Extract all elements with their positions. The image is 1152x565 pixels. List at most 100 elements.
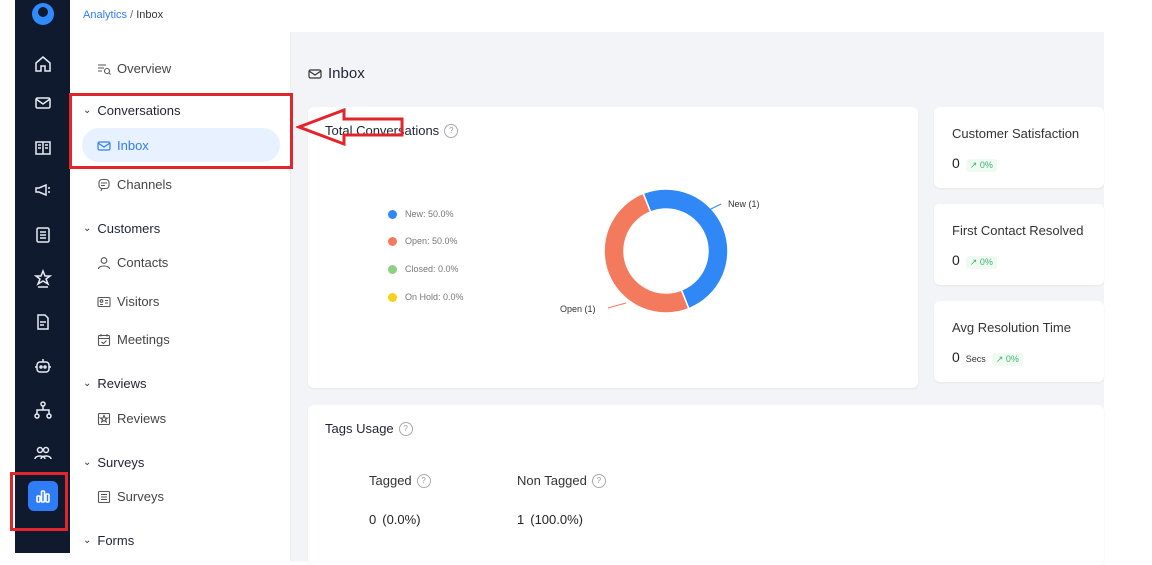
avg-resolution-time-change: ↗ 0% <box>991 353 1023 366</box>
annotation-arrow-icon <box>296 107 404 147</box>
sidebar-item-overview[interactable]: Overview <box>97 61 171 76</box>
checklist-icon[interactable] <box>15 220 70 250</box>
legend-item-new[interactable]: New: 50.0% <box>388 209 454 219</box>
legend-item-on-hold[interactable]: On Hold: 0.0% <box>388 292 464 302</box>
legend-dot-on-hold <box>388 292 397 302</box>
tagged-label-text: Tagged <box>369 473 412 488</box>
team-icon[interactable] <box>15 438 70 468</box>
sidebar-item-visitors[interactable]: Visitors <box>97 294 159 309</box>
page-title: Inbox <box>308 65 365 82</box>
megaphone-icon[interactable] <box>15 175 70 205</box>
legend-label-open: Open: 50.0% <box>405 236 458 246</box>
home-icon[interactable] <box>15 49 70 79</box>
legend-item-closed[interactable]: Closed: 0.0% <box>388 264 459 274</box>
non-tagged-count: 1 <box>517 512 525 527</box>
breadcrumb-analytics-link[interactable]: Analytics <box>83 9 127 21</box>
avg-resolution-time-row: 0 Secs ↗ 0% <box>952 349 1023 366</box>
first-contact-resolved-value: 0 <box>952 252 960 268</box>
customer-satisfaction-row: 0 ↗ 0% <box>952 155 997 172</box>
tags-usage-title: Tags Usage ? <box>325 421 413 436</box>
first-contact-resolved-card: First Contact Resolved 0 ↗ 0% <box>934 204 1104 285</box>
user-avatar[interactable] <box>32 3 54 25</box>
chevron-down-icon: ⌄ <box>83 223 92 234</box>
mail-icon[interactable] <box>15 88 70 118</box>
tagged-percent: (0.0%) <box>382 512 421 527</box>
icon-rail <box>15 0 70 553</box>
book-icon[interactable] <box>15 133 70 163</box>
document-icon[interactable] <box>15 307 70 337</box>
customer-satisfaction-title: Customer Satisfaction <box>952 126 1080 141</box>
breadcrumb: Analytics / Inbox <box>83 9 163 21</box>
sidebar-group-customers-label: Customers <box>97 221 161 236</box>
avg-resolution-time-card: Avg Resolution Time 0 Secs ↗ 0% <box>934 301 1104 382</box>
calendar-icon <box>97 333 111 346</box>
breadcrumb-separator: / <box>127 9 137 21</box>
donut-label-open: Open (1) <box>560 304 596 314</box>
chevron-down-icon: ⌄ <box>83 535 92 546</box>
legend-label-new: New: 50.0% <box>405 209 454 219</box>
sidebar-group-surveys[interactable]: ⌄ Surveys <box>83 455 144 470</box>
help-icon[interactable]: ? <box>398 421 413 436</box>
sidebar-item-reviews[interactable]: Reviews <box>97 411 166 426</box>
contacts-icon <box>97 256 111 269</box>
donut-slice-open[interactable] <box>603 192 690 314</box>
highlight-box-analytics <box>10 472 68 531</box>
sidebar-item-contacts[interactable]: Contacts <box>97 255 168 270</box>
non-tagged-label: Non Tagged ? <box>517 473 606 488</box>
org-chart-icon[interactable] <box>15 395 70 425</box>
channels-icon <box>98 178 110 191</box>
first-contact-resolved-title: First Contact Resolved <box>952 223 1084 238</box>
customer-satisfaction-card: Customer Satisfaction 0 ↗ 0% <box>934 107 1104 188</box>
sidebar-item-channels[interactable]: Channels <box>97 177 172 192</box>
help-icon[interactable]: ? <box>444 123 459 138</box>
non-tagged-value: 1 (100.0%) <box>517 512 583 527</box>
sidebar-group-customers[interactable]: ⌄ Customers <box>83 221 160 236</box>
first-contact-resolved-row: 0 ↗ 0% <box>952 252 997 269</box>
non-tagged-label-text: Non Tagged <box>517 473 587 488</box>
main-content: Inbox Total Conversations ? New: 50.0% O… <box>291 32 1104 565</box>
avg-resolution-time-unit: Secs <box>965 354 986 364</box>
chevron-down-icon: ⌄ <box>83 457 92 468</box>
sidebar-item-meetings[interactable]: Meetings <box>97 332 170 347</box>
legend-dot-closed <box>388 264 397 274</box>
sidebar-group-reviews[interactable]: ⌄ Reviews <box>83 376 147 391</box>
tagged-count: 0 <box>369 512 377 527</box>
page-title-text: Inbox <box>328 65 365 82</box>
legend-label-on-hold: On Hold: 0.0% <box>405 292 464 302</box>
tags-usage-title-text: Tags Usage <box>325 421 394 436</box>
help-icon[interactable]: ? <box>591 473 606 488</box>
avg-resolution-time-title: Avg Resolution Time <box>952 320 1071 335</box>
sidebar-item-surveys[interactable]: Surveys <box>97 489 164 504</box>
sidebar-group-surveys-label: Surveys <box>97 455 145 470</box>
conversations-donut-chart: New (1) Open (1) <box>560 188 760 314</box>
legend-dot-open <box>388 236 397 246</box>
total-conversations-card: Total Conversations ? New: 50.0% Open: 5… <box>308 107 918 388</box>
sidebar-item-channels-label: Channels <box>117 177 172 192</box>
bot-icon[interactable] <box>15 351 70 381</box>
sidebar-group-reviews-label: Reviews <box>97 376 147 391</box>
tagged-label: Tagged ? <box>369 473 431 488</box>
award-icon[interactable] <box>15 264 70 294</box>
sidebar-item-meetings-label: Meetings <box>117 332 170 347</box>
visitors-icon <box>97 296 111 307</box>
sidebar-group-forms[interactable]: ⌄ Forms <box>83 533 134 548</box>
chevron-down-icon: ⌄ <box>83 378 92 389</box>
survey-icon <box>97 490 111 503</box>
non-tagged-percent: (100.0%) <box>530 512 583 527</box>
sidebar-item-overview-label: Overview <box>117 61 172 76</box>
breadcrumb-current: Inbox <box>136 9 164 21</box>
tagged-value: 0 (0.0%) <box>369 512 421 527</box>
sidebar-item-surveys-label: Surveys <box>117 489 164 504</box>
legend-dot-new <box>388 209 397 219</box>
first-contact-resolved-change: ↗ 0% <box>965 256 997 269</box>
avg-resolution-time-value: 0 <box>952 349 960 365</box>
help-icon[interactable]: ? <box>416 473 431 488</box>
tags-usage-card: Tags Usage ? Tagged ? Non Tagged ? 0 (0.0… <box>308 405 1104 565</box>
legend-label-closed: Closed: 0.0% <box>405 264 459 274</box>
star-icon <box>97 412 111 425</box>
sidebar-item-contacts-label: Contacts <box>117 255 169 270</box>
legend-item-open[interactable]: Open: 50.0% <box>388 236 458 246</box>
donut-label-new: New (1) <box>728 199 760 209</box>
customer-satisfaction-change: ↗ 0% <box>965 159 997 172</box>
inbox-icon <box>308 68 322 79</box>
